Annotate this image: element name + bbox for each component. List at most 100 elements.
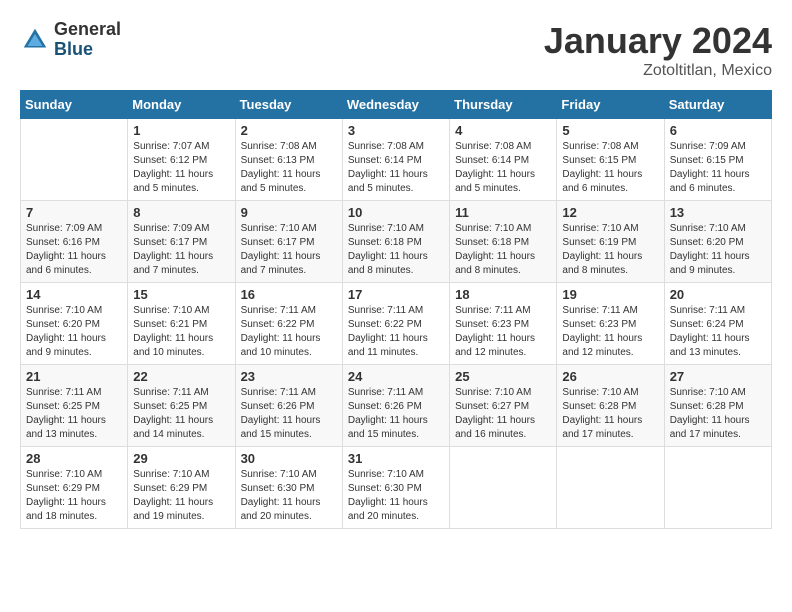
day-info: Sunrise: 7:10 AM Sunset: 6:30 PM Dayligh… [348, 468, 444, 524]
day-number: 17 [348, 287, 444, 302]
calendar-cell: 7Sunrise: 7:09 AM Sunset: 6:16 PM Daylig… [21, 201, 128, 283]
calendar-cell: 29Sunrise: 7:10 AM Sunset: 6:29 PM Dayli… [128, 447, 235, 529]
calendar-cell [557, 447, 664, 529]
calendar-cell [450, 447, 557, 529]
weekday-monday: Monday [128, 91, 235, 119]
day-info: Sunrise: 7:10 AM Sunset: 6:20 PM Dayligh… [670, 222, 766, 278]
calendar-cell: 28Sunrise: 7:10 AM Sunset: 6:29 PM Dayli… [21, 447, 128, 529]
logo-blue: Blue [54, 40, 121, 60]
day-info: Sunrise: 7:09 AM Sunset: 6:17 PM Dayligh… [133, 222, 229, 278]
calendar-header: SundayMondayTuesdayWednesdayThursdayFrid… [21, 91, 772, 119]
calendar-cell: 8 Sunrise: 7:09 AM Sunset: 6:17 PM Daylig… [128, 201, 235, 283]
calendar-cell: 14 Sunrise: 7:10 AM Sunset: 6:20 PM Dayli… [21, 283, 128, 365]
day-number: 1 [133, 123, 229, 138]
day-info: Sunrise: 7:10 AM Sunset: 6:20 PM Dayligh… [26, 304, 122, 360]
calendar-cell: 9 Sunrise: 7:10 AM Sunset: 6:17 PM Daylig… [235, 201, 342, 283]
weekday-friday: Friday [557, 91, 664, 119]
calendar-week-4: 21 Sunrise: 7:11 AM Sunset: 6:25 PM Dayli… [21, 365, 772, 447]
calendar-cell: 30Sunrise: 7:10 AM Sunset: 6:30 PM Dayli… [235, 447, 342, 529]
day-info: Sunrise: 7:11 AM Sunset: 6:22 PM Dayligh… [241, 304, 337, 360]
day-info: Sunrise: 7:08 AM Sunset: 6:13 PM Dayligh… [241, 140, 337, 196]
day-info: Sunrise: 7:11 AM Sunset: 6:24 PM Dayligh… [670, 304, 766, 360]
day-number: 14 [26, 287, 122, 302]
day-info: Sunrise: 7:10 AM Sunset: 6:29 PM Dayligh… [26, 468, 122, 524]
calendar-cell: 19Sunrise: 7:11 AM Sunset: 6:23 PM Dayli… [557, 283, 664, 365]
calendar-body: 1 Sunrise: 7:07 AM Sunset: 6:12 PM Daylig… [21, 119, 772, 529]
day-number: 4 [455, 123, 551, 138]
weekday-sunday: Sunday [21, 91, 128, 119]
title-block: January 2024 Zotoltitlan, Mexico [544, 20, 772, 80]
calendar-cell: 17 Sunrise: 7:11 AM Sunset: 6:22 PM Dayli… [342, 283, 449, 365]
day-number: 9 [241, 205, 337, 220]
day-info: Sunrise: 7:11 AM Sunset: 6:26 PM Dayligh… [241, 386, 337, 442]
day-number: 11 [455, 205, 551, 220]
day-number: 22 [133, 369, 229, 384]
calendar-cell: 31 Sunrise: 7:10 AM Sunset: 6:30 PM Dayli… [342, 447, 449, 529]
day-info: Sunrise: 7:10 AM Sunset: 6:30 PM Dayligh… [241, 468, 337, 524]
day-info: Sunrise: 7:10 AM Sunset: 6:27 PM Dayligh… [455, 386, 551, 442]
day-info: Sunrise: 7:11 AM Sunset: 6:23 PM Dayligh… [562, 304, 658, 360]
day-number: 21 [26, 369, 122, 384]
day-info: Sunrise: 7:10 AM Sunset: 6:19 PM Dayligh… [562, 222, 658, 278]
day-number: 16 [241, 287, 337, 302]
day-info: Sunrise: 7:08 AM Sunset: 6:14 PM Dayligh… [348, 140, 444, 196]
logo: General Blue [20, 20, 121, 60]
calendar-cell: 24Sunrise: 7:11 AM Sunset: 6:26 PM Dayli… [342, 365, 449, 447]
weekday-tuesday: Tuesday [235, 91, 342, 119]
day-number: 26 [562, 369, 658, 384]
day-number: 12 [562, 205, 658, 220]
calendar-cell: 21 Sunrise: 7:11 AM Sunset: 6:25 PM Dayli… [21, 365, 128, 447]
day-info: Sunrise: 7:07 AM Sunset: 6:12 PM Dayligh… [133, 140, 229, 196]
calendar-cell: 11Sunrise: 7:10 AM Sunset: 6:18 PM Dayli… [450, 201, 557, 283]
weekday-header-row: SundayMondayTuesdayWednesdayThursdayFrid… [21, 91, 772, 119]
day-number: 23 [241, 369, 337, 384]
calendar-cell: 6 Sunrise: 7:09 AM Sunset: 6:15 PM Daylig… [664, 119, 771, 201]
logo-icon [20, 25, 50, 55]
calendar-cell: 27Sunrise: 7:10 AM Sunset: 6:28 PM Dayli… [664, 365, 771, 447]
day-info: Sunrise: 7:11 AM Sunset: 6:22 PM Dayligh… [348, 304, 444, 360]
day-info: Sunrise: 7:10 AM Sunset: 6:28 PM Dayligh… [562, 386, 658, 442]
calendar-cell: 10Sunrise: 7:10 AM Sunset: 6:18 PM Dayli… [342, 201, 449, 283]
calendar-cell: 1 Sunrise: 7:07 AM Sunset: 6:12 PM Daylig… [128, 119, 235, 201]
logo-general: General [54, 20, 121, 40]
day-info: Sunrise: 7:11 AM Sunset: 6:25 PM Dayligh… [133, 386, 229, 442]
calendar-cell [21, 119, 128, 201]
day-info: Sunrise: 7:10 AM Sunset: 6:18 PM Dayligh… [348, 222, 444, 278]
logo-text: General Blue [54, 20, 121, 60]
location: Zotoltitlan, Mexico [544, 62, 772, 80]
calendar-cell: 12 Sunrise: 7:10 AM Sunset: 6:19 PM Dayli… [557, 201, 664, 283]
calendar-cell: 2 Sunrise: 7:08 AM Sunset: 6:13 PM Daylig… [235, 119, 342, 201]
day-number: 15 [133, 287, 229, 302]
day-info: Sunrise: 7:10 AM Sunset: 6:29 PM Dayligh… [133, 468, 229, 524]
calendar-week-2: 7Sunrise: 7:09 AM Sunset: 6:16 PM Daylig… [21, 201, 772, 283]
weekday-wednesday: Wednesday [342, 91, 449, 119]
day-number: 18 [455, 287, 551, 302]
calendar-week-1: 1 Sunrise: 7:07 AM Sunset: 6:12 PM Daylig… [21, 119, 772, 201]
weekday-saturday: Saturday [664, 91, 771, 119]
day-number: 8 [133, 205, 229, 220]
day-number: 20 [670, 287, 766, 302]
day-number: 6 [670, 123, 766, 138]
calendar-cell [664, 447, 771, 529]
calendar-week-3: 14 Sunrise: 7:10 AM Sunset: 6:20 PM Dayli… [21, 283, 772, 365]
day-number: 25 [455, 369, 551, 384]
calendar-cell: 25 Sunrise: 7:10 AM Sunset: 6:27 PM Dayli… [450, 365, 557, 447]
day-number: 5 [562, 123, 658, 138]
day-info: Sunrise: 7:10 AM Sunset: 6:17 PM Dayligh… [241, 222, 337, 278]
day-info: Sunrise: 7:11 AM Sunset: 6:23 PM Dayligh… [455, 304, 551, 360]
day-number: 27 [670, 369, 766, 384]
calendar-cell: 18 Sunrise: 7:11 AM Sunset: 6:23 PM Dayli… [450, 283, 557, 365]
day-info: Sunrise: 7:10 AM Sunset: 6:21 PM Dayligh… [133, 304, 229, 360]
calendar-cell: 3Sunrise: 7:08 AM Sunset: 6:14 PM Daylig… [342, 119, 449, 201]
day-number: 31 [348, 451, 444, 466]
weekday-thursday: Thursday [450, 91, 557, 119]
day-info: Sunrise: 7:11 AM Sunset: 6:25 PM Dayligh… [26, 386, 122, 442]
day-info: Sunrise: 7:08 AM Sunset: 6:14 PM Dayligh… [455, 140, 551, 196]
day-number: 2 [241, 123, 337, 138]
day-info: Sunrise: 7:09 AM Sunset: 6:15 PM Dayligh… [670, 140, 766, 196]
calendar-cell: 4 Sunrise: 7:08 AM Sunset: 6:14 PM Daylig… [450, 119, 557, 201]
calendar-cell: 16 Sunrise: 7:11 AM Sunset: 6:22 PM Dayli… [235, 283, 342, 365]
day-info: Sunrise: 7:09 AM Sunset: 6:16 PM Dayligh… [26, 222, 122, 278]
month-title: January 2024 [544, 20, 772, 62]
calendar-cell: 22 Sunrise: 7:11 AM Sunset: 6:25 PM Dayli… [128, 365, 235, 447]
